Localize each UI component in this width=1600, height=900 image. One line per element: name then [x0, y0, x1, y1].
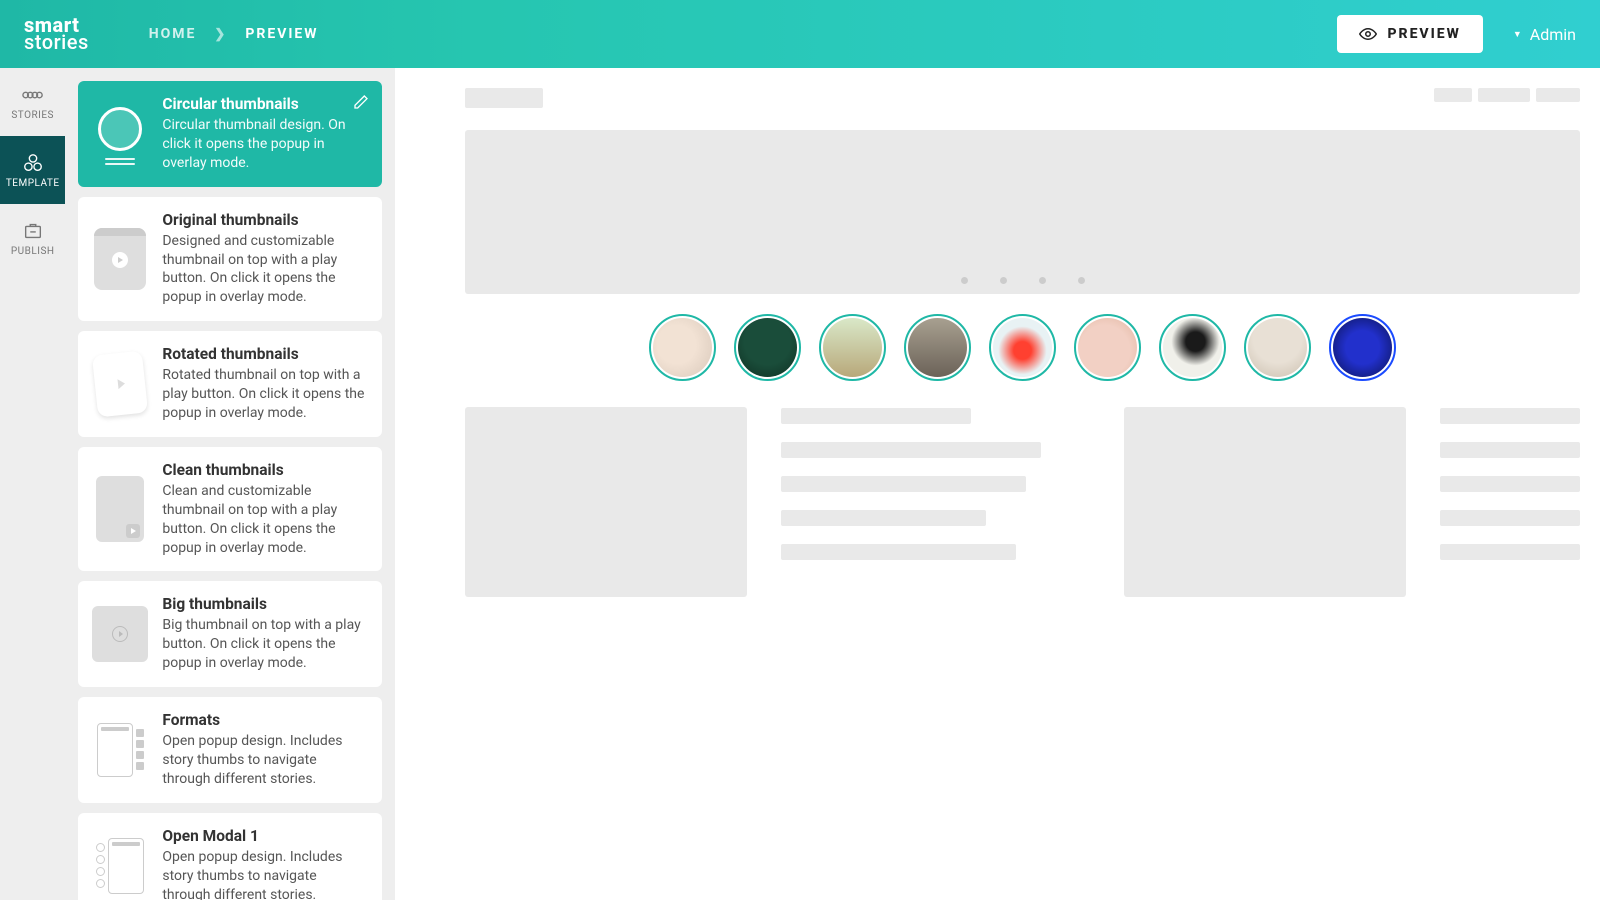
breadcrumb-home[interactable]: HOME [149, 26, 197, 42]
preview-button[interactable]: PREVIEW [1337, 15, 1482, 53]
thumb-rotated-icon [92, 345, 148, 423]
placeholder [1536, 88, 1580, 102]
breadcrumb: HOME ❯ PREVIEW [149, 26, 319, 42]
card-title: Circular thumbnails [162, 95, 368, 113]
preview-button-label: PREVIEW [1387, 26, 1460, 42]
preview-area [395, 68, 1600, 900]
placeholder [1478, 88, 1530, 102]
header-right: PREVIEW ▼ Admin [1337, 15, 1576, 53]
nav-template[interactable]: TEMPLATE [0, 136, 65, 204]
thumb-original-icon [92, 211, 148, 308]
story-thumb[interactable] [989, 314, 1056, 381]
card-title: Rotated thumbnails [162, 345, 368, 363]
app-header: smart stories HOME ❯ PREVIEW PREVIEW ▼ A… [0, 0, 1600, 68]
story-thumb[interactable] [1244, 314, 1311, 381]
story-thumb[interactable] [649, 314, 716, 381]
placeholder [1434, 88, 1472, 102]
card-desc: Open popup design. Includes story thumbs… [162, 732, 368, 789]
stories-icon [22, 84, 44, 106]
edit-icon[interactable] [353, 94, 369, 110]
card-title: Big thumbnails [162, 595, 368, 613]
story-thumb[interactable] [904, 314, 971, 381]
story-thumb-active[interactable] [1329, 314, 1396, 381]
placeholder [465, 88, 543, 108]
template-card-formats[interactable]: Formats Open popup design. Includes stor… [78, 697, 382, 803]
card-desc: Open popup design. Includes story thumbs… [162, 848, 368, 900]
nav-stories[interactable]: STORIES [0, 68, 65, 136]
breadcrumb-current: PREVIEW [245, 26, 318, 42]
card-desc: Clean and customizable thumbnail on top … [162, 482, 368, 558]
placeholder-text-block [1440, 407, 1580, 597]
placeholder-image [1124, 407, 1406, 597]
story-thumb[interactable] [819, 314, 886, 381]
template-card-original[interactable]: Original thumbnails Designed and customi… [78, 197, 382, 322]
carousel-dot[interactable] [1000, 277, 1007, 284]
card-desc: Big thumbnail on top with a play button.… [162, 616, 368, 673]
brand-logo: smart stories [24, 17, 89, 51]
brand-line2: stories [24, 34, 89, 51]
card-title: Clean thumbnails [162, 461, 368, 479]
template-panel[interactable]: Circular thumbnails Circular thumbnail d… [65, 68, 395, 900]
template-card-open-modal-1[interactable]: Open Modal 1 Open popup design. Includes… [78, 813, 382, 900]
carousel-dot[interactable] [961, 277, 968, 284]
mock-topbar [465, 88, 1580, 108]
carousel-dot[interactable] [1078, 277, 1085, 284]
mock-content-row [465, 407, 1580, 597]
card-title: Original thumbnails [162, 211, 368, 229]
template-card-clean[interactable]: Clean thumbnails Clean and customizable … [78, 447, 382, 572]
card-desc: Rotated thumbnail on top with a play but… [162, 366, 368, 423]
thumb-formats-icon [92, 711, 148, 789]
story-thumb[interactable] [1159, 314, 1226, 381]
thumb-circular-icon [92, 95, 148, 173]
card-desc: Designed and customizable thumbnail on t… [162, 232, 368, 308]
user-name: Admin [1530, 25, 1576, 44]
template-card-circular[interactable]: Circular thumbnails Circular thumbnail d… [78, 81, 382, 187]
card-title: Open Modal 1 [162, 827, 368, 845]
card-desc: Circular thumbnail design. On click it o… [162, 116, 368, 173]
stories-row [465, 314, 1580, 381]
nav-publish-label: PUBLISH [11, 246, 55, 257]
thumb-big-icon [92, 595, 148, 673]
template-card-big[interactable]: Big thumbnails Big thumbnail on top with… [78, 581, 382, 687]
placeholder-text-block [781, 407, 1041, 597]
chevron-right-icon: ❯ [214, 27, 227, 42]
nav-template-label: TEMPLATE [6, 178, 60, 189]
carousel-dot[interactable] [1039, 277, 1046, 284]
card-title: Formats [162, 711, 368, 729]
thumb-clean-icon [92, 461, 148, 558]
hero-placeholder [465, 130, 1580, 294]
nav-stories-label: STORIES [11, 110, 54, 121]
template-icon [22, 152, 44, 174]
thumb-open-modal-1-icon [92, 827, 148, 900]
story-thumb[interactable] [1074, 314, 1141, 381]
caret-down-icon: ▼ [1513, 29, 1522, 40]
user-menu[interactable]: ▼ Admin [1513, 25, 1576, 44]
placeholder-image [465, 407, 747, 597]
eye-icon [1359, 25, 1377, 43]
publish-icon [22, 220, 44, 242]
left-nav: STORIES TEMPLATE PUBLISH [0, 68, 65, 900]
story-thumb[interactable] [734, 314, 801, 381]
nav-publish[interactable]: PUBLISH [0, 204, 65, 272]
carousel-dots [961, 277, 1085, 284]
template-card-rotated[interactable]: Rotated thumbnails Rotated thumbnail on … [78, 331, 382, 437]
